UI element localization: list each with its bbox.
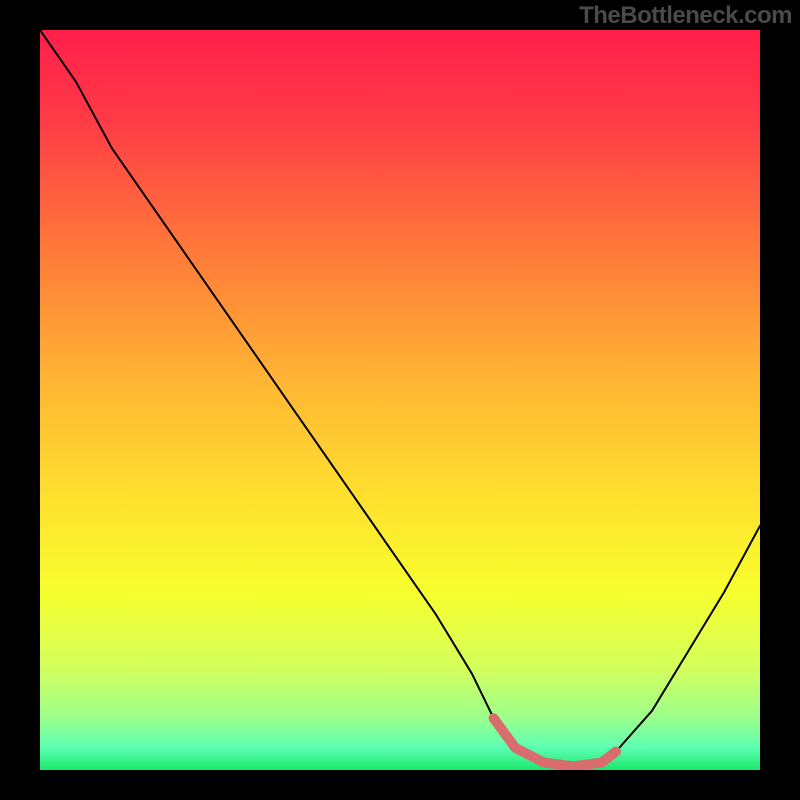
chart-plot: [40, 30, 760, 770]
plot-background: [40, 30, 760, 770]
watermark-text: TheBottleneck.com: [579, 2, 792, 30]
chart-frame: TheBottleneck.com: [0, 0, 800, 800]
